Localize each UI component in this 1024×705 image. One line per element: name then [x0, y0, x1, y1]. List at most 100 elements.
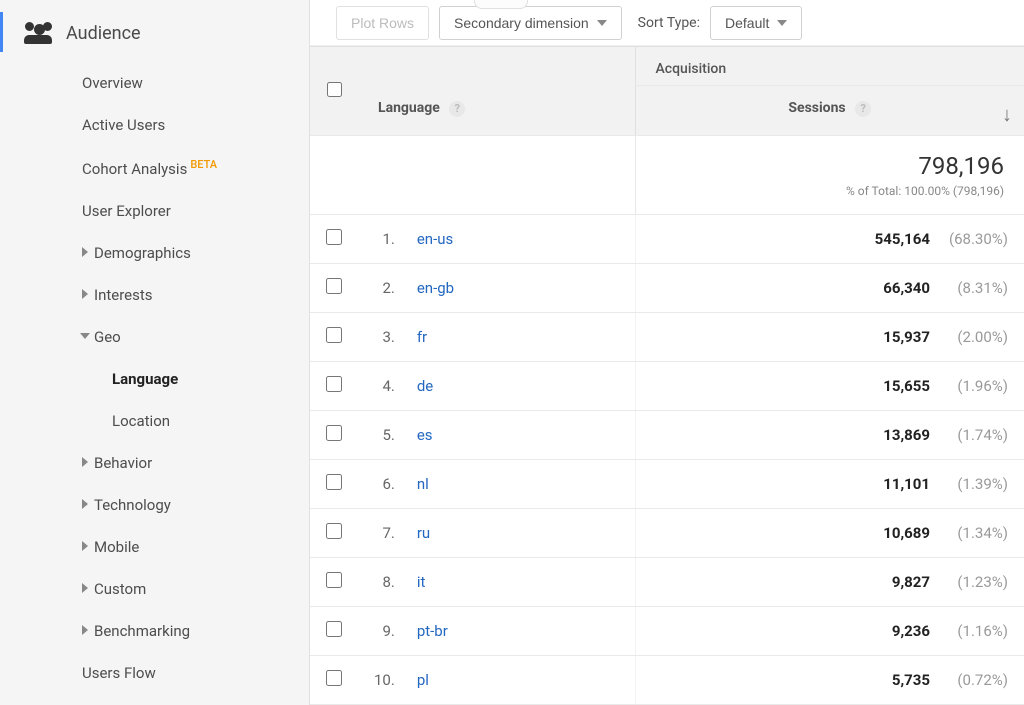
sessions-percent: (1.16%): [934, 607, 1024, 656]
language-link[interactable]: en-gb: [417, 279, 454, 297]
row-checkbox[interactable]: [326, 376, 342, 392]
sessions-value: 11,101: [635, 460, 934, 509]
sidebar-item-active-users[interactable]: Active Users: [0, 104, 309, 146]
sessions-value: 15,655: [635, 362, 934, 411]
sidebar-item-behavior[interactable]: Behavior: [0, 442, 309, 484]
row-index: 6.: [358, 460, 401, 509]
table-toolbar: Plot Rows Secondary dimension Sort Type:…: [310, 0, 1024, 46]
sidebar-item-label: Demographics: [94, 244, 191, 262]
sessions-percent: (0.72%): [934, 656, 1024, 705]
sort-type-dropdown[interactable]: Default: [710, 6, 802, 40]
language-link[interactable]: ru: [417, 524, 430, 542]
row-checkbox[interactable]: [326, 229, 342, 245]
sidebar-item-label: Active Users: [82, 116, 165, 134]
chevron-right-icon: [82, 457, 88, 467]
sidebar-item-location[interactable]: Location: [0, 400, 309, 442]
main-content: Plot Rows Secondary dimension Sort Type:…: [310, 0, 1024, 705]
sidebar-section-audience[interactable]: Audience: [0, 10, 309, 62]
row-checkbox[interactable]: [326, 327, 342, 343]
sidebar-item-label: Geo: [94, 328, 121, 346]
language-link[interactable]: pl: [417, 671, 429, 689]
sessions-value: 5,735: [635, 656, 934, 705]
totals-row: 798,196 % of Total: 100.00% (798,196): [310, 136, 1024, 215]
sidebar-item-label: Interests: [94, 286, 153, 304]
sidebar-item-cohort-analysis[interactable]: Cohort AnalysisBETA: [0, 146, 309, 190]
chevron-right-icon: [82, 289, 88, 299]
sessions-value: 9,236: [635, 607, 934, 656]
help-icon[interactable]: ?: [855, 101, 871, 117]
total-sessions-subtext: % of Total: 100.00% (798,196): [656, 184, 1004, 198]
sidebar-item-users-flow[interactable]: Users Flow: [0, 652, 309, 694]
sessions-percent: (68.30%): [934, 215, 1024, 264]
table-row: 2. en-gb 66,340(8.31%): [310, 264, 1024, 313]
table-row: 5.es13,869(1.74%): [310, 411, 1024, 460]
column-header-language[interactable]: Language ?: [358, 47, 635, 136]
sidebar-item-label: Behavior: [94, 454, 152, 472]
sessions-percent: (2.00%): [934, 313, 1024, 362]
row-index: 8.: [358, 558, 401, 607]
table-row: 6.nl11,101(1.39%): [310, 460, 1024, 509]
sidebar-item-language[interactable]: Language: [0, 358, 309, 400]
panel-notch: [474, 0, 528, 9]
sessions-percent: (8.31%): [934, 264, 1024, 313]
sidebar-item-user-explorer[interactable]: User Explorer: [0, 190, 309, 232]
chevron-right-icon: [82, 583, 88, 593]
plot-rows-button[interactable]: Plot Rows: [336, 6, 429, 40]
language-link[interactable]: en-us: [417, 230, 453, 248]
sidebar-item-label: Custom: [94, 580, 146, 598]
row-checkbox[interactable]: [326, 278, 342, 294]
sessions-value: 10,689: [635, 509, 934, 558]
audience-icon: [24, 22, 52, 44]
row-checkbox[interactable]: [326, 670, 342, 686]
sort-type-value: Default: [725, 15, 769, 31]
sidebar-item-benchmarking[interactable]: Benchmarking: [0, 610, 309, 652]
table-row: 10.pl5,735(0.72%): [310, 656, 1024, 705]
sessions-value: 545,164: [635, 215, 934, 264]
sidebar-item-overview[interactable]: Overview: [0, 62, 309, 104]
select-all-checkbox[interactable]: [327, 82, 342, 97]
chevron-right-icon: [82, 625, 88, 635]
row-checkbox[interactable]: [326, 523, 342, 539]
sidebar-nav: Overview Active Users Cohort AnalysisBETA U…: [0, 62, 309, 694]
row-checkbox[interactable]: [326, 572, 342, 588]
sidebar-item-label: Overview: [82, 74, 143, 92]
sessions-value: 15,937: [635, 313, 934, 362]
row-checkbox[interactable]: [326, 621, 342, 637]
sidebar-item-demographics[interactable]: Demographics: [0, 232, 309, 274]
help-icon[interactable]: ?: [449, 101, 465, 117]
sidebar-heading-label: Audience: [66, 23, 141, 44]
chevron-down-icon: [777, 20, 787, 26]
select-all-header: [310, 47, 358, 136]
sidebar-item-custom[interactable]: Custom: [0, 568, 309, 610]
language-link[interactable]: it: [417, 573, 426, 591]
sidebar-item-label: Users Flow: [82, 664, 156, 682]
table-row: 9.pt-br9,236(1.16%): [310, 607, 1024, 656]
row-checkbox[interactable]: [326, 425, 342, 441]
sidebar-item-label: Benchmarking: [94, 622, 190, 640]
row-index: 7.: [358, 509, 401, 558]
beta-badge: BETA: [190, 158, 217, 171]
language-link[interactable]: pt-br: [417, 622, 448, 640]
language-link[interactable]: es: [417, 426, 433, 444]
language-link[interactable]: nl: [417, 475, 429, 493]
language-link[interactable]: fr: [417, 328, 427, 346]
language-link[interactable]: de: [417, 377, 433, 395]
chevron-down-icon: [80, 333, 90, 339]
table-row: 7.ru10,689(1.34%): [310, 509, 1024, 558]
sessions-value: 66,340: [635, 264, 934, 313]
sidebar: Audience Overview Active Users Cohort Anal…: [0, 0, 310, 705]
row-index: 3.: [358, 313, 401, 362]
row-checkbox[interactable]: [326, 474, 342, 490]
total-sessions-value: 798,196: [656, 152, 1004, 180]
chevron-right-icon: [82, 247, 88, 257]
row-index: 5.: [358, 411, 401, 460]
sidebar-item-label: Mobile: [94, 538, 139, 556]
column-header-sessions[interactable]: Sessions ? ↓: [635, 86, 1024, 136]
sidebar-item-interests[interactable]: Interests: [0, 274, 309, 316]
sidebar-item-label: User Explorer: [82, 202, 171, 220]
row-index: 2.: [358, 264, 401, 313]
sidebar-item-geo[interactable]: Geo: [0, 316, 309, 358]
secondary-dimension-dropdown[interactable]: Secondary dimension: [439, 6, 622, 40]
sidebar-item-technology[interactable]: Technology: [0, 484, 309, 526]
sidebar-item-mobile[interactable]: Mobile: [0, 526, 309, 568]
